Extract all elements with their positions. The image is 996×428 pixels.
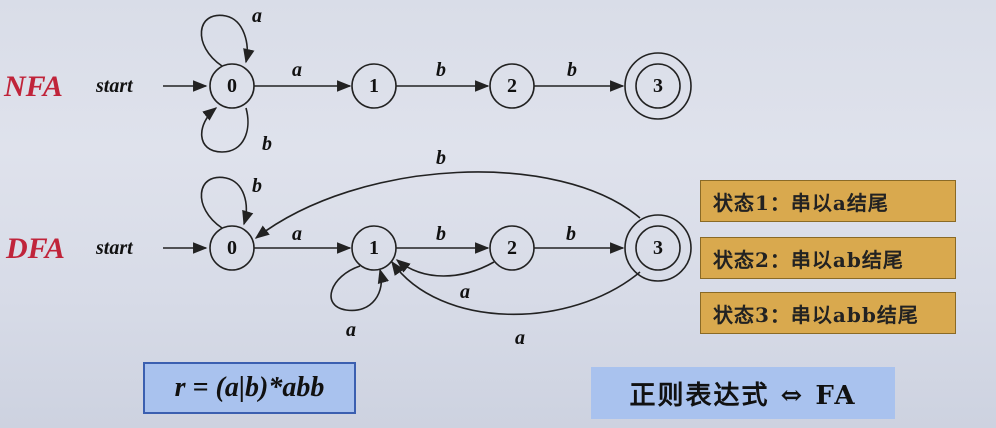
dfa-state-0: 0 (209, 225, 255, 271)
dfa-edge-3-0 (254, 171, 641, 239)
dfa-loop-0-label: b (252, 175, 262, 197)
equivalence-text: 正则表达式 ⇔ FA (629, 380, 857, 411)
nfa-edge-1-2-label: b (436, 59, 446, 81)
state-note-2: 状态2：串以ab结尾 (700, 237, 956, 279)
dfa-state-2: 2 (489, 225, 535, 271)
dfa-edge-2-3-label: b (566, 223, 576, 245)
nfa-state-3-label: 3 (653, 75, 663, 97)
nfa-state-3-accepting: 3 (624, 52, 692, 120)
dfa-state-1: 1 (351, 225, 397, 271)
nfa-state-1: 1 (351, 63, 397, 109)
nfa-state-2-label: 2 (507, 75, 517, 97)
dfa-loop-1 (330, 265, 389, 312)
nfa-loop-0-top-label: a (252, 5, 262, 27)
nfa-loop-0-bottom (200, 107, 249, 153)
dfa-edge-3-0-label: b (436, 147, 446, 169)
dfa-state-2-label: 2 (507, 237, 517, 259)
nfa-loop-0-bottom-label: b (262, 133, 272, 155)
state-note-1: 状态1：串以a结尾 (700, 180, 956, 222)
dfa-loop-1-label: a (346, 319, 356, 341)
dfa-title: DFA (5, 232, 65, 265)
dfa-edge-1-2-label: b (436, 223, 446, 245)
dfa-state-3-label: 3 (653, 237, 663, 259)
nfa-loop-0-top (200, 14, 255, 67)
dfa-edge-0-1-label: a (292, 223, 302, 245)
dfa-start-label: start (95, 237, 134, 259)
nfa-state-0-label: 0 (227, 75, 237, 97)
nfa-state-2: 2 (489, 63, 535, 109)
nfa-state-0: 0 (209, 63, 255, 109)
state-note-3: 状态3：串以abb结尾 (700, 292, 956, 334)
nfa-edge-2-3-label: b (567, 59, 577, 81)
dfa-state-1-label: 1 (369, 237, 379, 259)
dfa-edge-2-1 (395, 259, 495, 277)
dfa-loop-0 (200, 176, 254, 229)
regex-box: r = (a|b)*abb (143, 362, 356, 414)
dfa-state-0-label: 0 (227, 237, 237, 259)
nfa-edge-0-1-label: a (292, 59, 302, 81)
nfa-title: NFA (3, 70, 63, 103)
dfa-state-3-accepting: 3 (624, 214, 692, 282)
nfa-state-1-label: 1 (369, 75, 379, 97)
equivalence-box: 正则表达式 ⇔ FA (591, 367, 895, 419)
dfa-edge-3-1-label: a (515, 327, 525, 349)
nfa-start-label: start (95, 75, 134, 97)
dfa-edge-2-1-label: a (460, 281, 470, 303)
regex-text: r = (a|b)*abb (174, 372, 325, 403)
